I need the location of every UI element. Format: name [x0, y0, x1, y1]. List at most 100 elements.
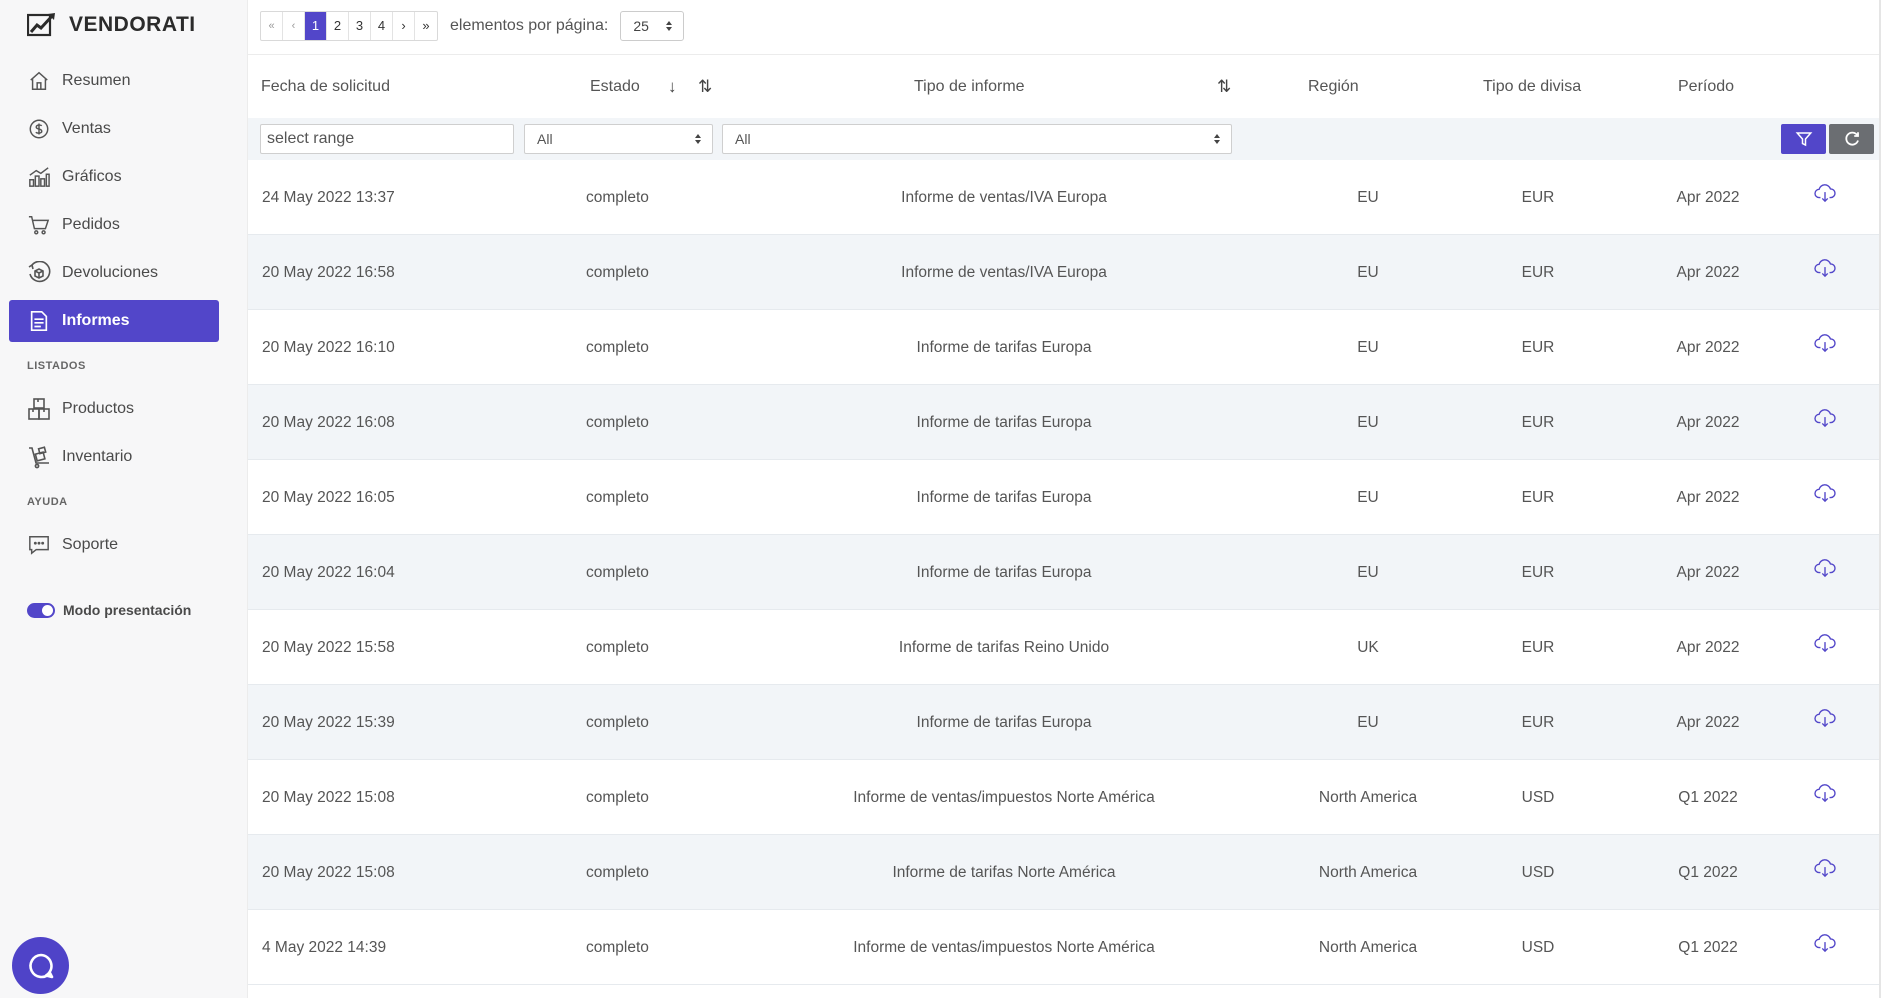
sort-date-icon[interactable]: ↓ — [668, 55, 677, 119]
pagination-page-4[interactable]: 4 — [371, 12, 393, 40]
table-row: 20 May 2022 16:58 completo Informe de vent… — [248, 235, 1881, 310]
cell-status: completo — [586, 789, 649, 806]
table-row: 20 May 2022 15:39 completo Informe de tari… — [248, 685, 1881, 760]
sidebar-item-label: Pedidos — [62, 216, 120, 233]
live-chat-button[interactable] — [12, 937, 69, 994]
table-row: 20 May 2022 16:05 completo Informe de tari… — [248, 460, 1881, 535]
pagination-page-2[interactable]: 2 — [327, 12, 349, 40]
download-button[interactable] — [1810, 155, 1840, 230]
cell-period: Apr 2022 — [1676, 489, 1740, 506]
download-button[interactable] — [1810, 455, 1840, 530]
cell-status: completo — [586, 489, 649, 506]
cell-period: Apr 2022 — [1676, 189, 1740, 206]
download-button[interactable] — [1810, 605, 1840, 680]
cell-currency: USD — [1521, 864, 1555, 881]
sort-type-icon[interactable]: ⇅ — [1217, 55, 1231, 119]
cell-currency: EUR — [1521, 489, 1555, 506]
sidebar-item-informes[interactable]: Informes — [9, 300, 219, 342]
cell-period: Q1 2022 — [1678, 789, 1738, 806]
download-button[interactable] — [1810, 305, 1840, 380]
download-button[interactable] — [1810, 830, 1840, 905]
download-button[interactable] — [1810, 755, 1840, 830]
cell-type: Informe de ventas/IVA Europa — [901, 189, 1107, 206]
cell-date: 20 May 2022 16:58 — [262, 264, 395, 281]
download-button[interactable] — [1810, 530, 1840, 605]
cell-status: completo — [586, 339, 649, 356]
cell-date: 24 May 2022 13:37 — [262, 189, 395, 206]
section-label-ayuda: AYUDA — [27, 496, 68, 508]
sidebar: VENDORATI Resumen Ventas Gráficos Pedido… — [0, 0, 248, 998]
cell-type: Informe de ventas/impuestos Norte Améric… — [853, 939, 1155, 956]
sidebar-item-devoluciones[interactable]: Devoluciones — [9, 252, 219, 294]
brand-name: VENDORATI — [69, 13, 196, 36]
sidebar-item-pedidos[interactable]: Pedidos — [9, 204, 219, 246]
sidebar-item-productos[interactable]: Productos — [9, 388, 219, 430]
cell-type: Informe de ventas/impuestos Norte Améric… — [853, 789, 1155, 806]
cart-icon — [26, 212, 52, 238]
cell-currency: EUR — [1521, 414, 1555, 431]
cell-date: 20 May 2022 16:10 — [262, 339, 395, 356]
reset-filter-button[interactable] — [1829, 124, 1874, 154]
sidebar-item-label: Ventas — [62, 120, 111, 137]
presentation-mode-toggle[interactable] — [27, 602, 55, 618]
apply-filter-button[interactable] — [1781, 124, 1826, 154]
sidebar-item-graficos[interactable]: Gráficos — [9, 156, 219, 198]
document-icon — [26, 308, 52, 334]
sidebar-item-resumen[interactable]: Resumen — [9, 60, 219, 102]
cell-period: Apr 2022 — [1676, 339, 1740, 356]
cell-currency: EUR — [1521, 564, 1555, 581]
filter-icon — [1795, 132, 1812, 147]
pagination-last-button[interactable]: » — [415, 12, 437, 40]
presentation-mode-row: Modo presentación — [27, 602, 191, 618]
cell-status: completo — [586, 939, 649, 956]
brand-logo[interactable]: VENDORATI — [27, 12, 196, 38]
cell-region: EU — [1357, 264, 1379, 281]
cloud-download-icon — [1814, 483, 1836, 502]
cell-region: UK — [1357, 639, 1379, 656]
table-row: 20 May 2022 15:58 completo Informe de tari… — [248, 610, 1881, 685]
sidebar-item-inventario[interactable]: Inventario — [9, 436, 219, 478]
cell-date: 20 May 2022 16:08 — [262, 414, 395, 431]
sidebar-item-ventas[interactable]: Ventas — [9, 108, 219, 150]
per-page-select[interactable]: 25 — [620, 11, 685, 41]
column-header-currency: Tipo de divisa — [1483, 78, 1582, 95]
pagination-page-3[interactable]: 3 — [349, 12, 371, 40]
type-filter-select[interactable]: All — [722, 124, 1232, 154]
cell-date: 20 May 2022 16:04 — [262, 564, 395, 581]
pagination-prev-button[interactable]: ‹ — [283, 12, 305, 40]
date-range-input[interactable]: select range — [260, 124, 514, 154]
cell-type: Informe de tarifas Europa — [916, 489, 1092, 506]
cell-type: Informe de tarifas Europa — [916, 564, 1092, 581]
sort-status-icon[interactable]: ⇅ — [698, 55, 712, 119]
pagination-page-1[interactable]: 1 — [305, 12, 327, 40]
select-arrows-icon — [666, 21, 673, 31]
cell-region: EU — [1357, 489, 1379, 506]
column-header-period: Período — [1678, 78, 1735, 95]
sidebar-item-soporte[interactable]: Soporte — [9, 524, 219, 566]
cell-currency: USD — [1521, 789, 1555, 806]
column-header-date[interactable]: Fecha de solicitud — [261, 55, 390, 119]
download-button[interactable] — [1810, 680, 1840, 755]
main-content: « ‹ 1 2 3 4 › » elementos por página: 25… — [248, 0, 1881, 998]
table-header: Fecha de solicitud ↓ Estado ⇅ Tipo de in… — [248, 54, 1881, 118]
vendorati-logo-icon — [27, 13, 55, 37]
pagination-next-button[interactable]: › — [393, 12, 415, 40]
download-button[interactable] — [1810, 230, 1840, 305]
cell-type: Informe de tarifas Europa — [916, 339, 1092, 356]
pagination-first-button[interactable]: « — [261, 12, 283, 40]
cloud-download-icon — [1814, 333, 1836, 352]
presentation-mode-label: Modo presentación — [63, 602, 192, 618]
cell-currency: USD — [1521, 939, 1555, 956]
column-header-status[interactable]: Estado — [590, 55, 640, 119]
download-button[interactable] — [1810, 380, 1840, 455]
cell-period: Apr 2022 — [1676, 639, 1740, 656]
cloud-download-icon — [1814, 558, 1836, 577]
status-filter-select[interactable]: All — [524, 124, 713, 154]
dolly-icon — [26, 444, 52, 470]
per-page-label: elementos por página: — [450, 17, 609, 34]
download-button[interactable] — [1810, 905, 1840, 980]
cell-date: 20 May 2022 16:05 — [262, 489, 395, 506]
cell-status: completo — [586, 264, 649, 281]
cell-date: 20 May 2022 15:58 — [262, 639, 395, 656]
column-header-type[interactable]: Tipo de informe — [914, 55, 1025, 119]
